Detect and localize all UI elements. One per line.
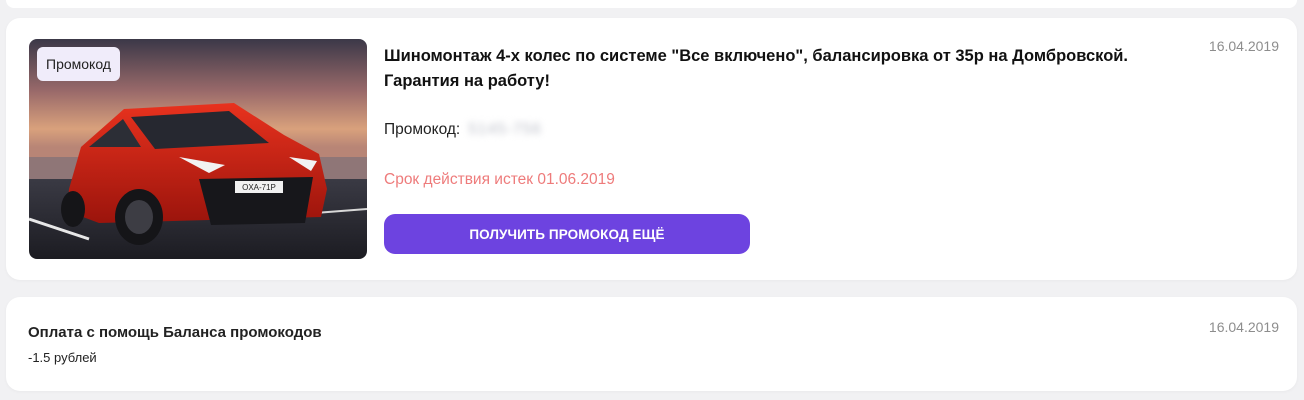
promo-code-value: 5145-756 [468,121,542,138]
promo-code-row: Промокод: 5145-756 [384,121,542,139]
promo-card: OXA-71P Промокод Шиномонтаж 4-х колес по… [6,18,1297,280]
promo-title: Шиномонтаж 4-х колес по системе "Все вкл… [384,47,1129,90]
expiration-text: Срок действия истек 01.06.2019 [384,171,615,188]
promo-badge: Промокод [37,47,120,81]
promo-date: 16.04.2019 [1208,38,1279,54]
payment-amount: -1.5 рублей [28,350,97,365]
payment-card: Оплата с помощь Баланса промокодов -1.5 … [6,297,1297,391]
promo-code-label: Промокод: [384,121,461,138]
payment-date: 16.04.2019 [1208,319,1279,335]
license-plate: OXA-71P [242,183,276,192]
payment-title: Оплата с помощь Баланса промокодов [28,324,322,341]
get-promo-again-button[interactable]: ПОЛУЧИТЬ ПРОМОКОД ЕЩЁ [384,214,750,254]
car-image: OXA-71P Промокод [29,39,367,259]
previous-card-edge [6,0,1297,8]
